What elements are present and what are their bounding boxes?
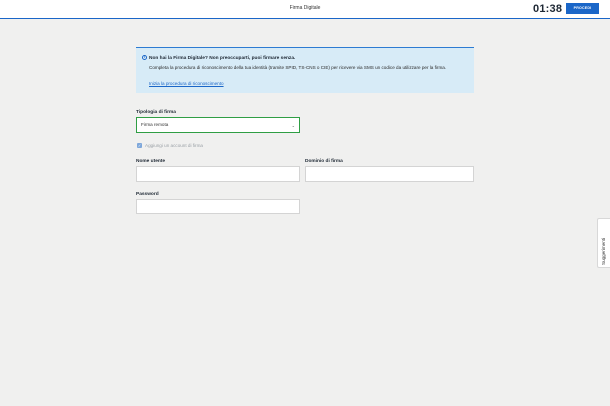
- password-label: Password: [136, 192, 159, 197]
- start-recognition-link[interactable]: Inizia la procedura di riconoscimento: [149, 81, 224, 86]
- signature-type-value: Firma remota: [141, 122, 169, 127]
- add-account-label: Aggiungi un account di firma: [145, 143, 203, 148]
- signature-domain-input[interactable]: [305, 166, 474, 182]
- add-account-checkbox[interactable]: ✓: [137, 143, 142, 148]
- countdown-timer: 01:38: [533, 3, 563, 15]
- proceed-button[interactable]: PROCEDI: [566, 3, 599, 14]
- password-input[interactable]: [136, 199, 300, 214]
- signature-type-label: Tipologia di firma: [136, 110, 176, 115]
- username-input[interactable]: [136, 166, 300, 182]
- suggestions-tab[interactable]: Suggerimenti: [597, 218, 610, 268]
- username-label: Nome utente: [136, 159, 166, 164]
- chevron-down-icon: ⌄: [291, 123, 295, 128]
- signature-domain-label: Dominio di firma: [305, 159, 343, 164]
- suggestions-tab-label: Suggerimenti: [601, 237, 606, 265]
- top-bar: Firma Digitale 01:38 PROCEDI: [0, 0, 610, 19]
- info-icon: i: [142, 55, 147, 60]
- page-title: Firma Digitale: [289, 5, 321, 11]
- notice-body: Completa la procedura di riconoscimento …: [149, 65, 447, 70]
- notice-title: Non hai la Firma Digitale? Non preoccupa…: [149, 56, 296, 61]
- info-notice: i Non hai la Firma Digitale? Non preoccu…: [136, 47, 474, 93]
- signature-type-select[interactable]: Firma remota ⌄: [136, 117, 300, 133]
